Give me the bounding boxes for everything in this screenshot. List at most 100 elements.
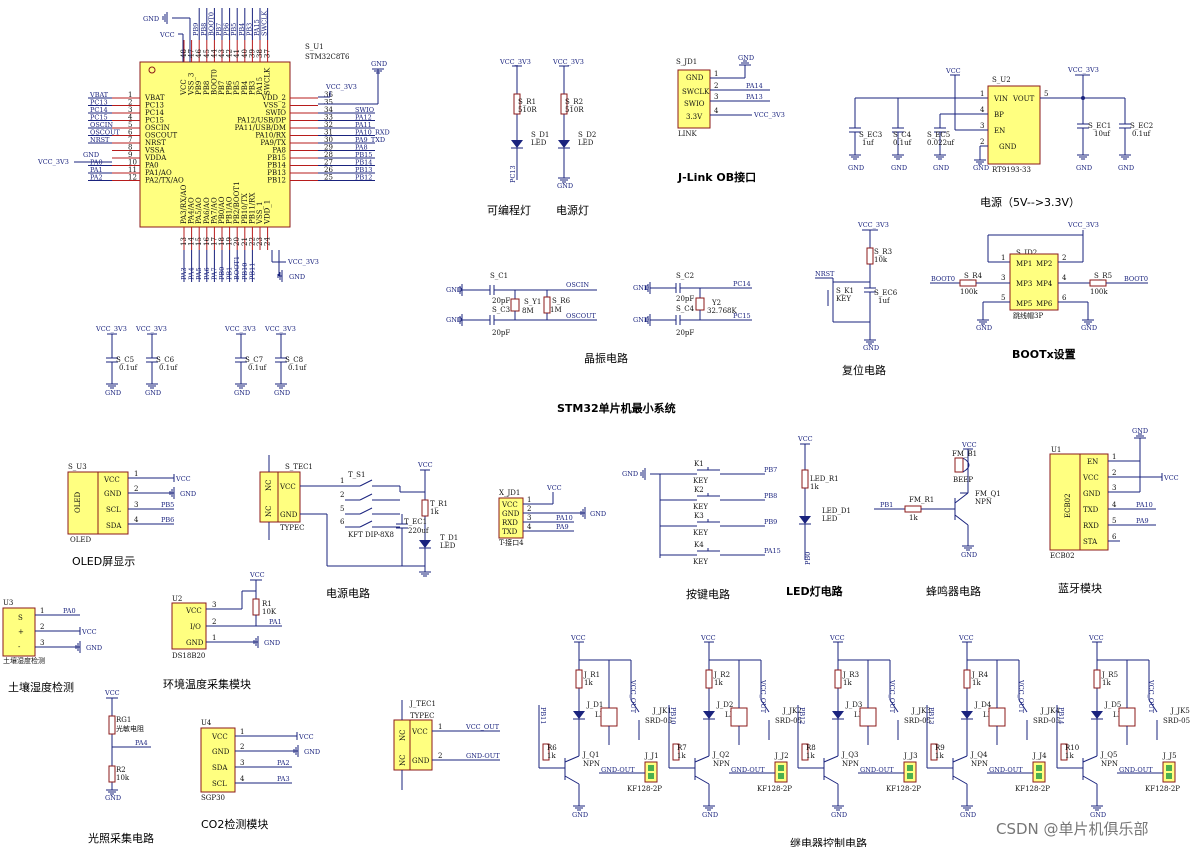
jlink-num1: 1 — [714, 70, 718, 78]
relay-r2-val: 1k — [935, 752, 944, 760]
status-leds: VCC_3V3 S_R1 510R S_D1 LED PC13 VCC_3V3 … — [487, 58, 596, 217]
jlink-pin1: GND — [686, 74, 704, 82]
power-circuit-block: S_TEC1 NC NC VCC GND TYPEC T_S1 1 2 5 6 … — [259, 455, 458, 600]
reg-c5-val: 0.022uf — [927, 139, 956, 147]
rtc-pc14: PC14 — [733, 280, 751, 288]
key-val: KEY — [693, 529, 708, 537]
uart-pin1: VCC — [501, 501, 518, 509]
bt-vcc: VCC — [1163, 474, 1179, 482]
jlink-num3: 3 — [714, 93, 718, 101]
relay-r2: R8 — [806, 744, 816, 752]
relay-q: J_Q5 — [1100, 751, 1118, 759]
co2-pin2: GND — [212, 748, 230, 756]
light-r: R2 — [116, 766, 126, 774]
relay-j: J_J2 — [774, 752, 789, 760]
relay-npn: NPN — [971, 760, 988, 768]
boot-r4-val: 100k — [960, 288, 978, 296]
co2-pin1: VCC — [211, 733, 228, 741]
relay-vccout: VCC_OUT — [629, 679, 637, 714]
reset-caption: 复位电路 — [842, 363, 886, 377]
relay-r-val: 1k — [584, 679, 593, 687]
mcu-left-vcc33: VCC_3V3 — [37, 158, 69, 166]
uart-n2: 2 — [527, 505, 531, 513]
led-circuit-block: VCC LED_R1 1k LED_D1 LED PB0 LED灯电路 — [786, 435, 851, 598]
relay-srd: SRD-05 — [1033, 717, 1060, 725]
reset-c6-val: 1uf — [878, 297, 891, 305]
reg-pin-bp: BP — [994, 111, 1004, 119]
boot-mp2: MP2 — [1036, 260, 1052, 268]
co2-pin4: SCL — [212, 780, 227, 788]
boot-n1: 1 — [1001, 254, 1005, 262]
decoup-ref: S_C5 — [116, 356, 134, 364]
relay-r-val: 1k — [972, 679, 981, 687]
soil-net3: GND — [86, 644, 102, 652]
relay-q: J_Q4 — [970, 751, 988, 759]
soil-pin2: + — [18, 628, 24, 636]
keys-block: GND 按键电路 K1KEYPB7K2KEYPB8K3KEYPB9K4KEYPA… — [622, 460, 781, 601]
oled-net1: VCC — [175, 475, 191, 483]
relay-vccout: VCC_OUT — [759, 679, 767, 714]
decoup-gnd: GND — [274, 389, 290, 397]
pc-n5: 5 — [340, 505, 344, 513]
pc-tr1: T_R1 — [430, 500, 448, 508]
bt-n4: 4 — [1112, 501, 1117, 509]
relay-vcc: VCC — [570, 634, 586, 642]
pc-nc2: NC — [265, 506, 273, 517]
uart-block: X_JD1 VCC GND RXD TXD T-接口4 VCC GND PA10… — [498, 484, 606, 547]
relay-q: J_Q3 — [841, 751, 859, 759]
oled-net4: PB6 — [161, 516, 174, 524]
ds-vcc: VCC — [249, 571, 265, 579]
reg-ec3-val: 1uf — [862, 139, 875, 147]
boot-mp6: MP6 — [1036, 300, 1053, 308]
relay-j: J_J1 — [644, 752, 659, 760]
relay-kf: KF128-2P — [627, 785, 662, 793]
bt-part: ECB02 — [1064, 493, 1072, 518]
reg-num5: 5 — [1044, 90, 1048, 98]
reg-gnd-c: GND — [933, 164, 949, 172]
keys-caption: 按键电路 — [686, 587, 730, 601]
relay-net: PB14 — [1057, 707, 1065, 724]
jtec-nc2: NC — [399, 755, 407, 766]
buzz-net: PB1 — [880, 501, 893, 509]
relay-r-val: 1k — [1102, 679, 1111, 687]
rtc-y2-val: 32.768K — [707, 307, 737, 315]
soil-footer: 土壤湿度检测 — [3, 656, 45, 665]
relay-npn: NPN — [842, 760, 859, 768]
relay-vcc: VCC — [958, 634, 974, 642]
relay-r2: R10 — [1065, 744, 1079, 752]
mcu-top-vcc: VCC — [159, 31, 175, 39]
soil-n2: 2 — [40, 623, 44, 631]
boot-gnd2: GND — [1081, 324, 1097, 332]
co2-n4: 4 — [240, 775, 245, 783]
uart-footer: T-接口4 — [499, 538, 524, 547]
reg-gnd-b: GND — [891, 164, 907, 172]
relay-r2: R9 — [935, 744, 945, 752]
relay-vcc: VCC — [829, 634, 845, 642]
ledc-caption: LED灯电路 — [786, 584, 844, 598]
relay-net: PB10 — [669, 707, 677, 724]
led1-net: PC13 — [509, 165, 517, 183]
reset-gnd: GND — [863, 344, 879, 352]
relay-r: J_R5 — [1101, 671, 1118, 679]
jlink-caption: J-Link OB接口 — [677, 170, 756, 184]
led2-caption: 电源灯 — [556, 203, 589, 217]
jtec-typec: TYPEC — [410, 712, 434, 720]
reg-ec2: S_EC2 — [1130, 122, 1153, 130]
light-block: VCC RG1 光敏电阻 PA4 R2 10k GND 光照采集电路 — [88, 689, 154, 845]
oled-n2: 2 — [134, 485, 138, 493]
co2-footer: SGP30 — [201, 794, 225, 802]
reg-pin-en: EN — [994, 127, 1005, 135]
ds-gnd: GND — [264, 639, 280, 647]
relay-gndout: GND-OUT — [860, 766, 894, 774]
xtal-c3: S_C3 — [492, 306, 510, 314]
relay-gndout: GND-OUT — [1119, 766, 1153, 774]
relay-gndout: GND-OUT — [601, 766, 635, 774]
led2-vcc: VCC_3V3 — [552, 58, 584, 66]
reg-num2: 2 — [980, 138, 984, 146]
bt-net5: PA9 — [1136, 517, 1149, 525]
oled-pin1: VCC — [103, 476, 120, 484]
reg-num4: 4 — [980, 106, 985, 114]
reg-out-vcc33: VCC_3V3 — [1067, 66, 1099, 74]
soil-n1: 1 — [40, 607, 44, 615]
jlink-pin4: 3.3V — [686, 113, 703, 121]
